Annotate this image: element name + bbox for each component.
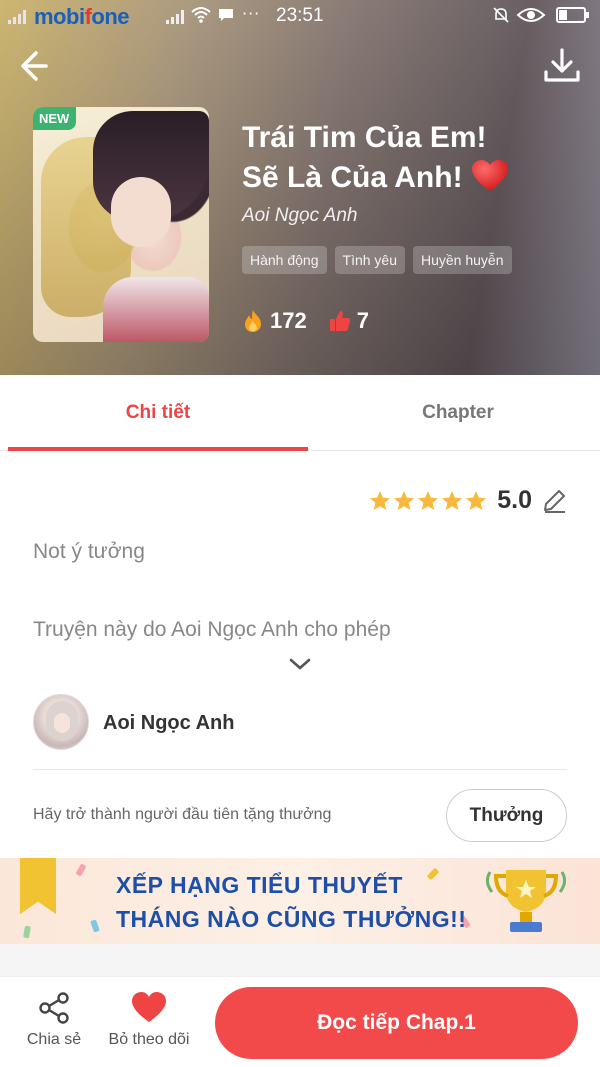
carrier-name: mobifone <box>34 4 130 29</box>
confetti-decoration <box>426 867 440 881</box>
heart-emoji-icon <box>471 160 508 191</box>
ribbon-icon <box>20 858 56 914</box>
description-line: Not ý tưởng <box>33 540 145 563</box>
rating-value: 5.0 <box>497 486 532 514</box>
share-button[interactable]: Chia sẻ <box>24 991 84 1049</box>
status-bar: mobifone ··· 23:51 <box>0 0 600 34</box>
edit-icon[interactable] <box>540 487 568 515</box>
more-notifications-icon: ··· <box>242 4 261 23</box>
author-row[interactable]: Aoi Ngọc Anh <box>33 692 567 770</box>
book-stats: 172 7 <box>242 308 369 334</box>
back-arrow-icon[interactable] <box>16 44 60 88</box>
book-title-line1: Trái Tim Của Em! <box>242 121 487 154</box>
share-icon <box>39 992 69 1024</box>
wifi-icon <box>191 7 211 23</box>
confetti-decoration <box>75 863 87 877</box>
mute-bell-icon <box>493 7 509 23</box>
author-name[interactable]: Aoi Ngọc Anh <box>103 712 234 735</box>
ranking-banner[interactable]: XẾP HẠNG TIỂU THUYẾT THÁNG NÀO CŨNG THƯỞ… <box>0 858 600 944</box>
banner-line1: XẾP HẠNG TIỂU THUYẾT <box>116 872 403 898</box>
unfollow-label: Bỏ theo dõi <box>108 1031 190 1048</box>
genre-tag[interactable]: Tình yêu <box>334 246 405 274</box>
battery-icon <box>556 7 589 23</box>
reward-prompt: Hãy trở thành người đầu tiên tặng thưởng <box>33 806 332 823</box>
message-icon <box>219 9 233 21</box>
tab-bar: Chi tiết Chapter <box>0 375 600 451</box>
section-divider <box>0 944 600 976</box>
rating: 5.0 <box>369 486 568 515</box>
book-title: Trái Tim Của Em! Sẽ Là Của Anh! <box>242 118 582 198</box>
reward-button[interactable]: Thưởng <box>446 789 567 842</box>
share-label: Chia sẻ <box>26 1031 82 1048</box>
download-icon[interactable] <box>540 44 584 88</box>
clock: 23:51 <box>276 5 324 26</box>
avatar[interactable] <box>33 694 89 750</box>
trophy-icon <box>485 870 567 932</box>
likes-count: 7 <box>356 308 369 333</box>
book-cover[interactable]: NEW <box>33 107 209 342</box>
new-badge: NEW <box>33 107 77 130</box>
thumbs-up-icon <box>329 311 350 331</box>
tab-detail[interactable]: Chi tiết <box>8 375 308 451</box>
eye-icon <box>516 8 546 22</box>
cover-art-face <box>111 177 171 247</box>
star-icon <box>442 490 463 510</box>
unfollow-button[interactable]: Bỏ theo dõi <box>104 991 194 1049</box>
genre-tag[interactable]: Huyền huyễn <box>413 246 512 274</box>
tab-chapter[interactable]: Chapter <box>308 375 600 451</box>
views-stat: 172 <box>242 308 307 334</box>
views-count: 172 <box>270 308 307 333</box>
heart-icon <box>132 992 166 1022</box>
star-icon <box>370 490 391 510</box>
fire-icon <box>245 310 261 332</box>
book-title-line2: Sẽ Là Của Anh! <box>242 158 582 198</box>
book-author[interactable]: Aoi Ngọc Anh <box>242 205 357 227</box>
description-line: Truyện này do Aoi Ngọc Anh cho phép <box>33 618 391 641</box>
bottom-action-bar: Chia sẻ Bỏ theo dõi Đọc tiếp Chap.1 <box>0 976 600 1067</box>
confetti-decoration <box>23 925 31 939</box>
continue-reading-button[interactable]: Đọc tiếp Chap.1 <box>215 987 578 1059</box>
chevron-down-icon[interactable] <box>288 654 312 674</box>
likes-stat: 7 <box>329 308 369 334</box>
genre-tag[interactable]: Hành động <box>242 246 327 274</box>
signal-icon <box>8 10 26 24</box>
cover-art-clothing <box>103 277 209 342</box>
banner-line2: THÁNG NÀO CŨNG THƯỞNG!! <box>116 906 467 932</box>
signal-strength-icon <box>166 10 184 24</box>
star-icon <box>466 490 487 510</box>
book-header: mobifone ··· 23:51 NEW Trái Tim Của Em! … <box>0 0 600 375</box>
star-icon <box>418 490 439 510</box>
genre-tags: Hành động Tình yêu Huyền huyễn <box>242 246 512 274</box>
confetti-decoration <box>90 919 100 933</box>
star-icon <box>394 490 415 510</box>
